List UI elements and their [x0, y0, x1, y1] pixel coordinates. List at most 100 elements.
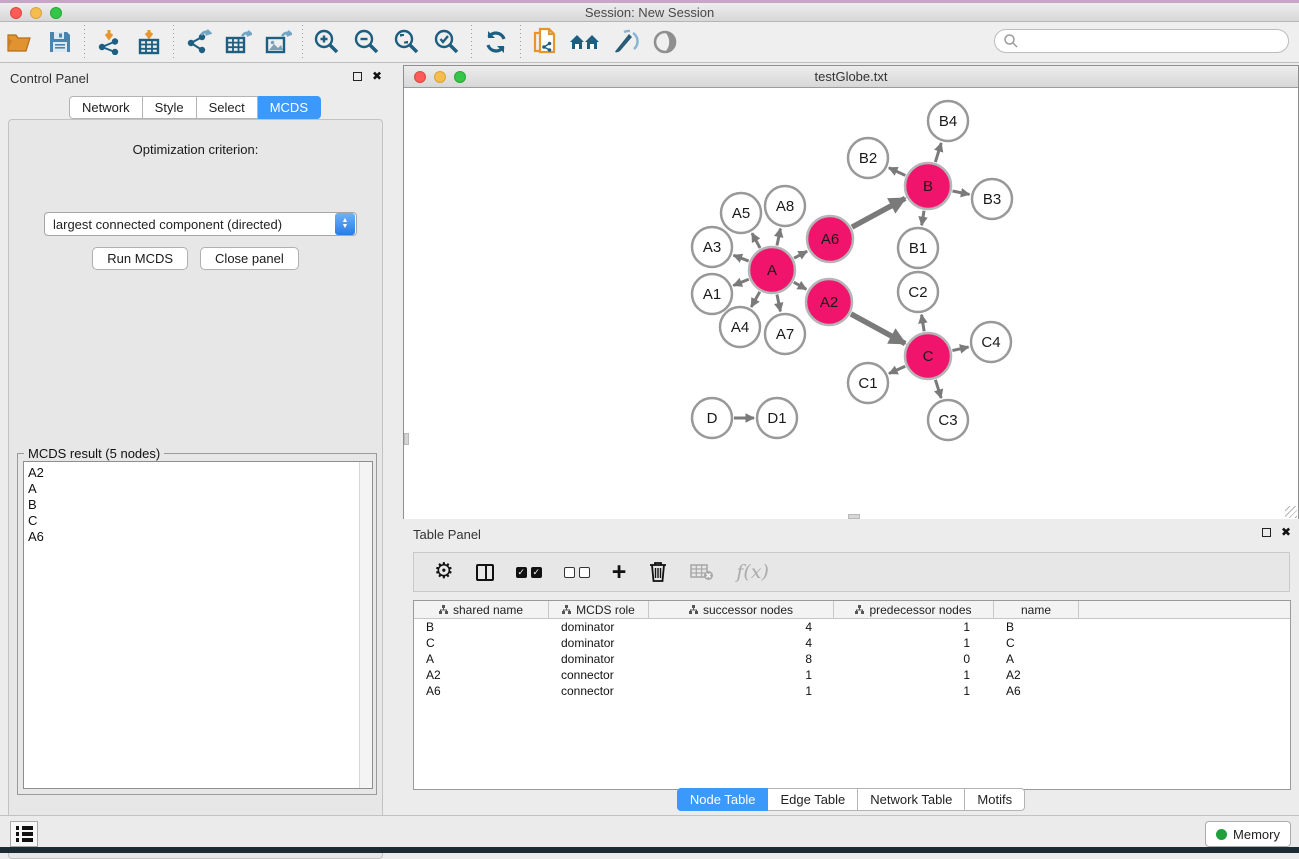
- table-row[interactable]: Bdominator41B: [414, 619, 1290, 635]
- table-cell: dominator: [549, 651, 649, 667]
- show-columns-icon[interactable]: [476, 558, 494, 586]
- tab-network[interactable]: Network: [69, 96, 143, 119]
- zoom-out-icon: [353, 28, 381, 56]
- table-cell: 4: [649, 619, 834, 635]
- zoom-in-button[interactable]: [307, 24, 347, 60]
- add-column-icon[interactable]: +: [612, 558, 627, 586]
- table-row[interactable]: A2connector11A2: [414, 667, 1290, 683]
- network-vscroll-thumb[interactable]: [404, 433, 409, 445]
- graph-edge-A-A6[interactable]: [794, 251, 807, 258]
- home-layout-button[interactable]: [565, 24, 605, 60]
- graph-node-label: B2: [859, 150, 877, 167]
- column-header[interactable]: MCDS role: [549, 601, 649, 618]
- select-all-columns-icon[interactable]: ✓✓: [516, 558, 542, 586]
- tab-network-table[interactable]: Network Table: [858, 788, 965, 811]
- column-header[interactable]: name: [994, 601, 1079, 618]
- tab-motifs[interactable]: Motifs: [965, 788, 1025, 811]
- graph-edge-B-B3[interactable]: [952, 191, 969, 194]
- column-header[interactable]: predecessor nodes: [834, 601, 994, 618]
- tab-edge-table[interactable]: Edge Table: [768, 788, 858, 811]
- graph-edge-A-A3[interactable]: [733, 255, 748, 261]
- table-row[interactable]: Cdominator41C: [414, 635, 1290, 651]
- graph-edge-B-B4[interactable]: [935, 143, 941, 162]
- table-cell: 4: [649, 635, 834, 651]
- import-network-button[interactable]: [89, 24, 129, 60]
- hide-graphics-details-button[interactable]: [605, 24, 645, 60]
- clone-network-button[interactable]: [525, 24, 565, 60]
- graph-edge-B-B1[interactable]: [922, 211, 924, 226]
- search-icon: [1003, 33, 1019, 49]
- graph-edge-C-C2[interactable]: [922, 315, 925, 332]
- tab-style[interactable]: Style: [143, 96, 197, 119]
- save-session-button[interactable]: [40, 24, 80, 60]
- deselect-all-columns-icon[interactable]: [564, 558, 590, 586]
- search-input[interactable]: [994, 29, 1289, 53]
- graph-edge-A-A8[interactable]: [777, 229, 780, 246]
- table-row[interactable]: Adominator80A: [414, 651, 1290, 667]
- task-history-button[interactable]: [10, 821, 38, 847]
- graph-edge-A2-C[interactable]: [851, 314, 905, 344]
- export-network-button[interactable]: [178, 24, 218, 60]
- select-stepper-icon: ▲▼: [335, 213, 355, 235]
- table-cell: A: [994, 651, 1079, 667]
- network-canvas[interactable]: AA1A2A3A4A5A6A7A8BB1B2B3B4CC1C2C3C4DD1: [404, 88, 1298, 519]
- mcds-result-box: MCDS result (5 nodes) A2ABCA6: [17, 453, 377, 795]
- float-panel-icon[interactable]: [353, 72, 362, 81]
- list-icon: [16, 826, 33, 842]
- tab-mcds[interactable]: MCDS: [258, 96, 321, 119]
- mcds-result-item[interactable]: A: [28, 481, 359, 497]
- column-header[interactable]: shared name: [414, 601, 549, 618]
- mcds-result-item[interactable]: A6: [28, 529, 359, 545]
- import-table-button[interactable]: [129, 24, 169, 60]
- column-header[interactable]: successor nodes: [649, 601, 834, 618]
- refresh-layout-button[interactable]: [476, 24, 516, 60]
- graph-edge-A6-B[interactable]: [852, 198, 905, 227]
- table-row[interactable]: A6connector11A6: [414, 683, 1290, 699]
- column-label: successor nodes: [703, 603, 793, 617]
- export-table-button[interactable]: [218, 24, 258, 60]
- graph-node-label: A7: [776, 326, 794, 343]
- zoom-selected-button[interactable]: [427, 24, 467, 60]
- import-network-icon: [96, 29, 122, 55]
- import-table-icon: [136, 29, 162, 55]
- close-panel-icon[interactable]: ✖: [1281, 527, 1291, 537]
- zoom-fit-button[interactable]: [387, 24, 427, 60]
- graph-edge-C-C3[interactable]: [935, 380, 941, 398]
- graph-edge-C-C1[interactable]: [889, 366, 905, 373]
- table-cell: 1: [834, 619, 994, 635]
- graph-edge-B-B2[interactable]: [889, 168, 906, 176]
- graph-edge-A-A1[interactable]: [733, 279, 748, 285]
- mcds-list-scrollbar[interactable]: [359, 462, 372, 788]
- memory-status-icon: [1216, 829, 1227, 840]
- zoom-out-button[interactable]: [347, 24, 387, 60]
- toolbar-separator: [173, 25, 174, 59]
- tab-node-table[interactable]: Node Table: [677, 788, 769, 811]
- close-panel-icon[interactable]: ✖: [372, 71, 382, 81]
- delete-column-trash-icon[interactable]: [648, 558, 668, 586]
- zoom-in-icon: [313, 28, 341, 56]
- graph-edge-A-A2[interactable]: [794, 282, 807, 289]
- mcds-result-list[interactable]: A2ABCA6: [23, 461, 373, 789]
- export-image-button[interactable]: [258, 24, 298, 60]
- table-options-gear-icon[interactable]: ⚙: [434, 558, 454, 586]
- open-session-button[interactable]: [0, 24, 40, 60]
- run-mcds-button[interactable]: Run MCDS: [92, 247, 188, 270]
- graph-edge-A-A4[interactable]: [751, 292, 760, 307]
- criterion-select[interactable]: largest connected component (directed) ▲…: [44, 212, 357, 236]
- tab-select[interactable]: Select: [197, 96, 258, 119]
- graph-node-label: B3: [983, 191, 1001, 208]
- graph-edge-C-C4[interactable]: [952, 347, 968, 351]
- memory-button[interactable]: Memory: [1205, 821, 1291, 847]
- main-window-titlebar: Session: New Session: [0, 3, 1299, 22]
- mcds-result-item[interactable]: A2: [28, 465, 359, 481]
- mcds-result-item[interactable]: C: [28, 513, 359, 529]
- table-toolbar: ⚙ ✓✓ + f(x): [413, 552, 1290, 592]
- close-panel-button[interactable]: Close panel: [200, 247, 299, 270]
- network-resize-grip[interactable]: [1285, 506, 1297, 518]
- graph-edge-A-A7[interactable]: [777, 294, 780, 311]
- mcds-result-item[interactable]: B: [28, 497, 359, 513]
- table-cell: connector: [549, 683, 649, 699]
- graph-edge-A-A5[interactable]: [752, 233, 760, 248]
- float-panel-icon[interactable]: [1262, 528, 1271, 537]
- show-graphics-eye-button[interactable]: [645, 24, 685, 60]
